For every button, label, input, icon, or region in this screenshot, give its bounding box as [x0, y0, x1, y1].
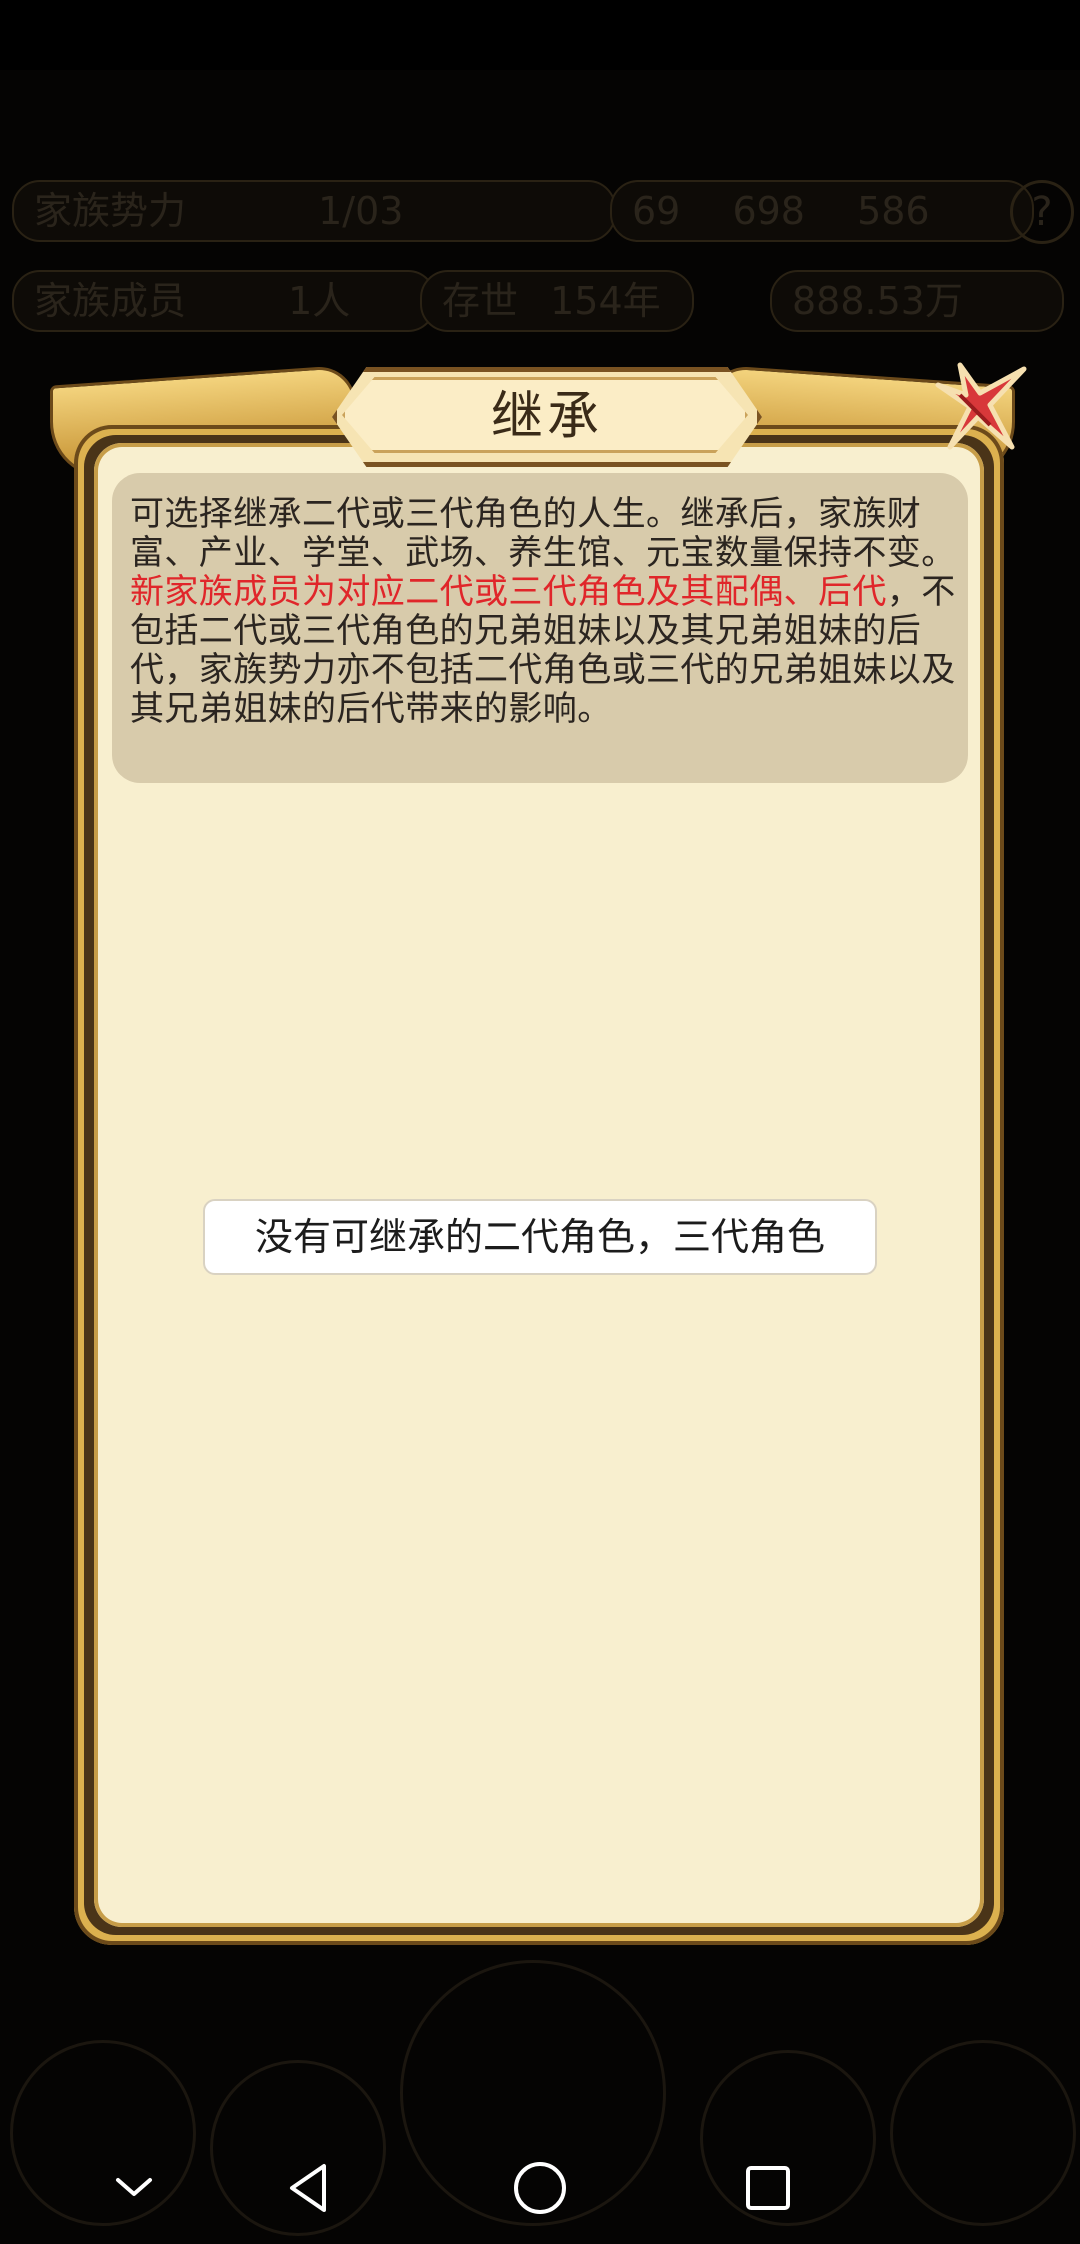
status-bar — [0, 0, 1080, 70]
description-text: 可选择继承二代或三代角色的人生。继承后，家族财富、产业、学堂、武场、养生馆、元宝… — [130, 495, 960, 729]
money-bar: 888.53万 — [770, 270, 1064, 332]
recents-square-icon — [746, 2166, 790, 2210]
nav-back-button[interactable] — [280, 2158, 340, 2218]
family-power-label: 家族势力 — [34, 189, 187, 233]
era-label: 存世 — [442, 279, 519, 323]
inherit-dialog: 继承 可选择继承二代或三代角色的人生。继承后，家族财富、产业、学堂、武场、养生馆… — [50, 355, 1035, 1950]
description-part1: 可选择继承二代或三代角色的人生。继承后，家族财富、产业、学堂、武场、养生馆、元宝… — [130, 494, 956, 573]
members-value: 1人 — [288, 279, 351, 323]
era-bar: 存世 154年 — [420, 270, 694, 332]
family-power-value: 1/03 — [318, 189, 404, 233]
system-nav-bar — [0, 2130, 1080, 2244]
resource-b: 698 — [732, 189, 805, 233]
resource-c: 586 — [857, 189, 930, 233]
members-bar: 家族成员 1人 — [12, 270, 436, 332]
resource-a: 69 — [632, 189, 681, 233]
help-icon: ? — [1010, 180, 1074, 244]
empty-state-message: 没有可继承的二代角色，三代角色 — [203, 1199, 877, 1275]
close-button[interactable] — [920, 355, 1030, 465]
era-value: 154年 — [550, 279, 661, 323]
resource-bar: 69 698 586 — [610, 180, 1034, 242]
money-value: 888.53万 — [792, 279, 963, 323]
back-triangle-icon — [290, 2164, 326, 2212]
nav-home-button[interactable] — [510, 2158, 570, 2218]
description-highlight: 新家族成员为对应二代或三代角色及其配偶、后代 — [130, 572, 887, 612]
nav-recents-button[interactable] — [738, 2158, 798, 2218]
members-label: 家族成员 — [34, 279, 187, 323]
nav-hide-button[interactable] — [104, 2158, 164, 2218]
home-circle-icon — [514, 2162, 566, 2214]
chevron-down-icon — [116, 2178, 152, 2196]
close-x-icon — [935, 362, 1027, 450]
dialog-title: 继承 — [490, 387, 603, 447]
family-power-bar: 家族势力 1/03 — [12, 180, 616, 242]
